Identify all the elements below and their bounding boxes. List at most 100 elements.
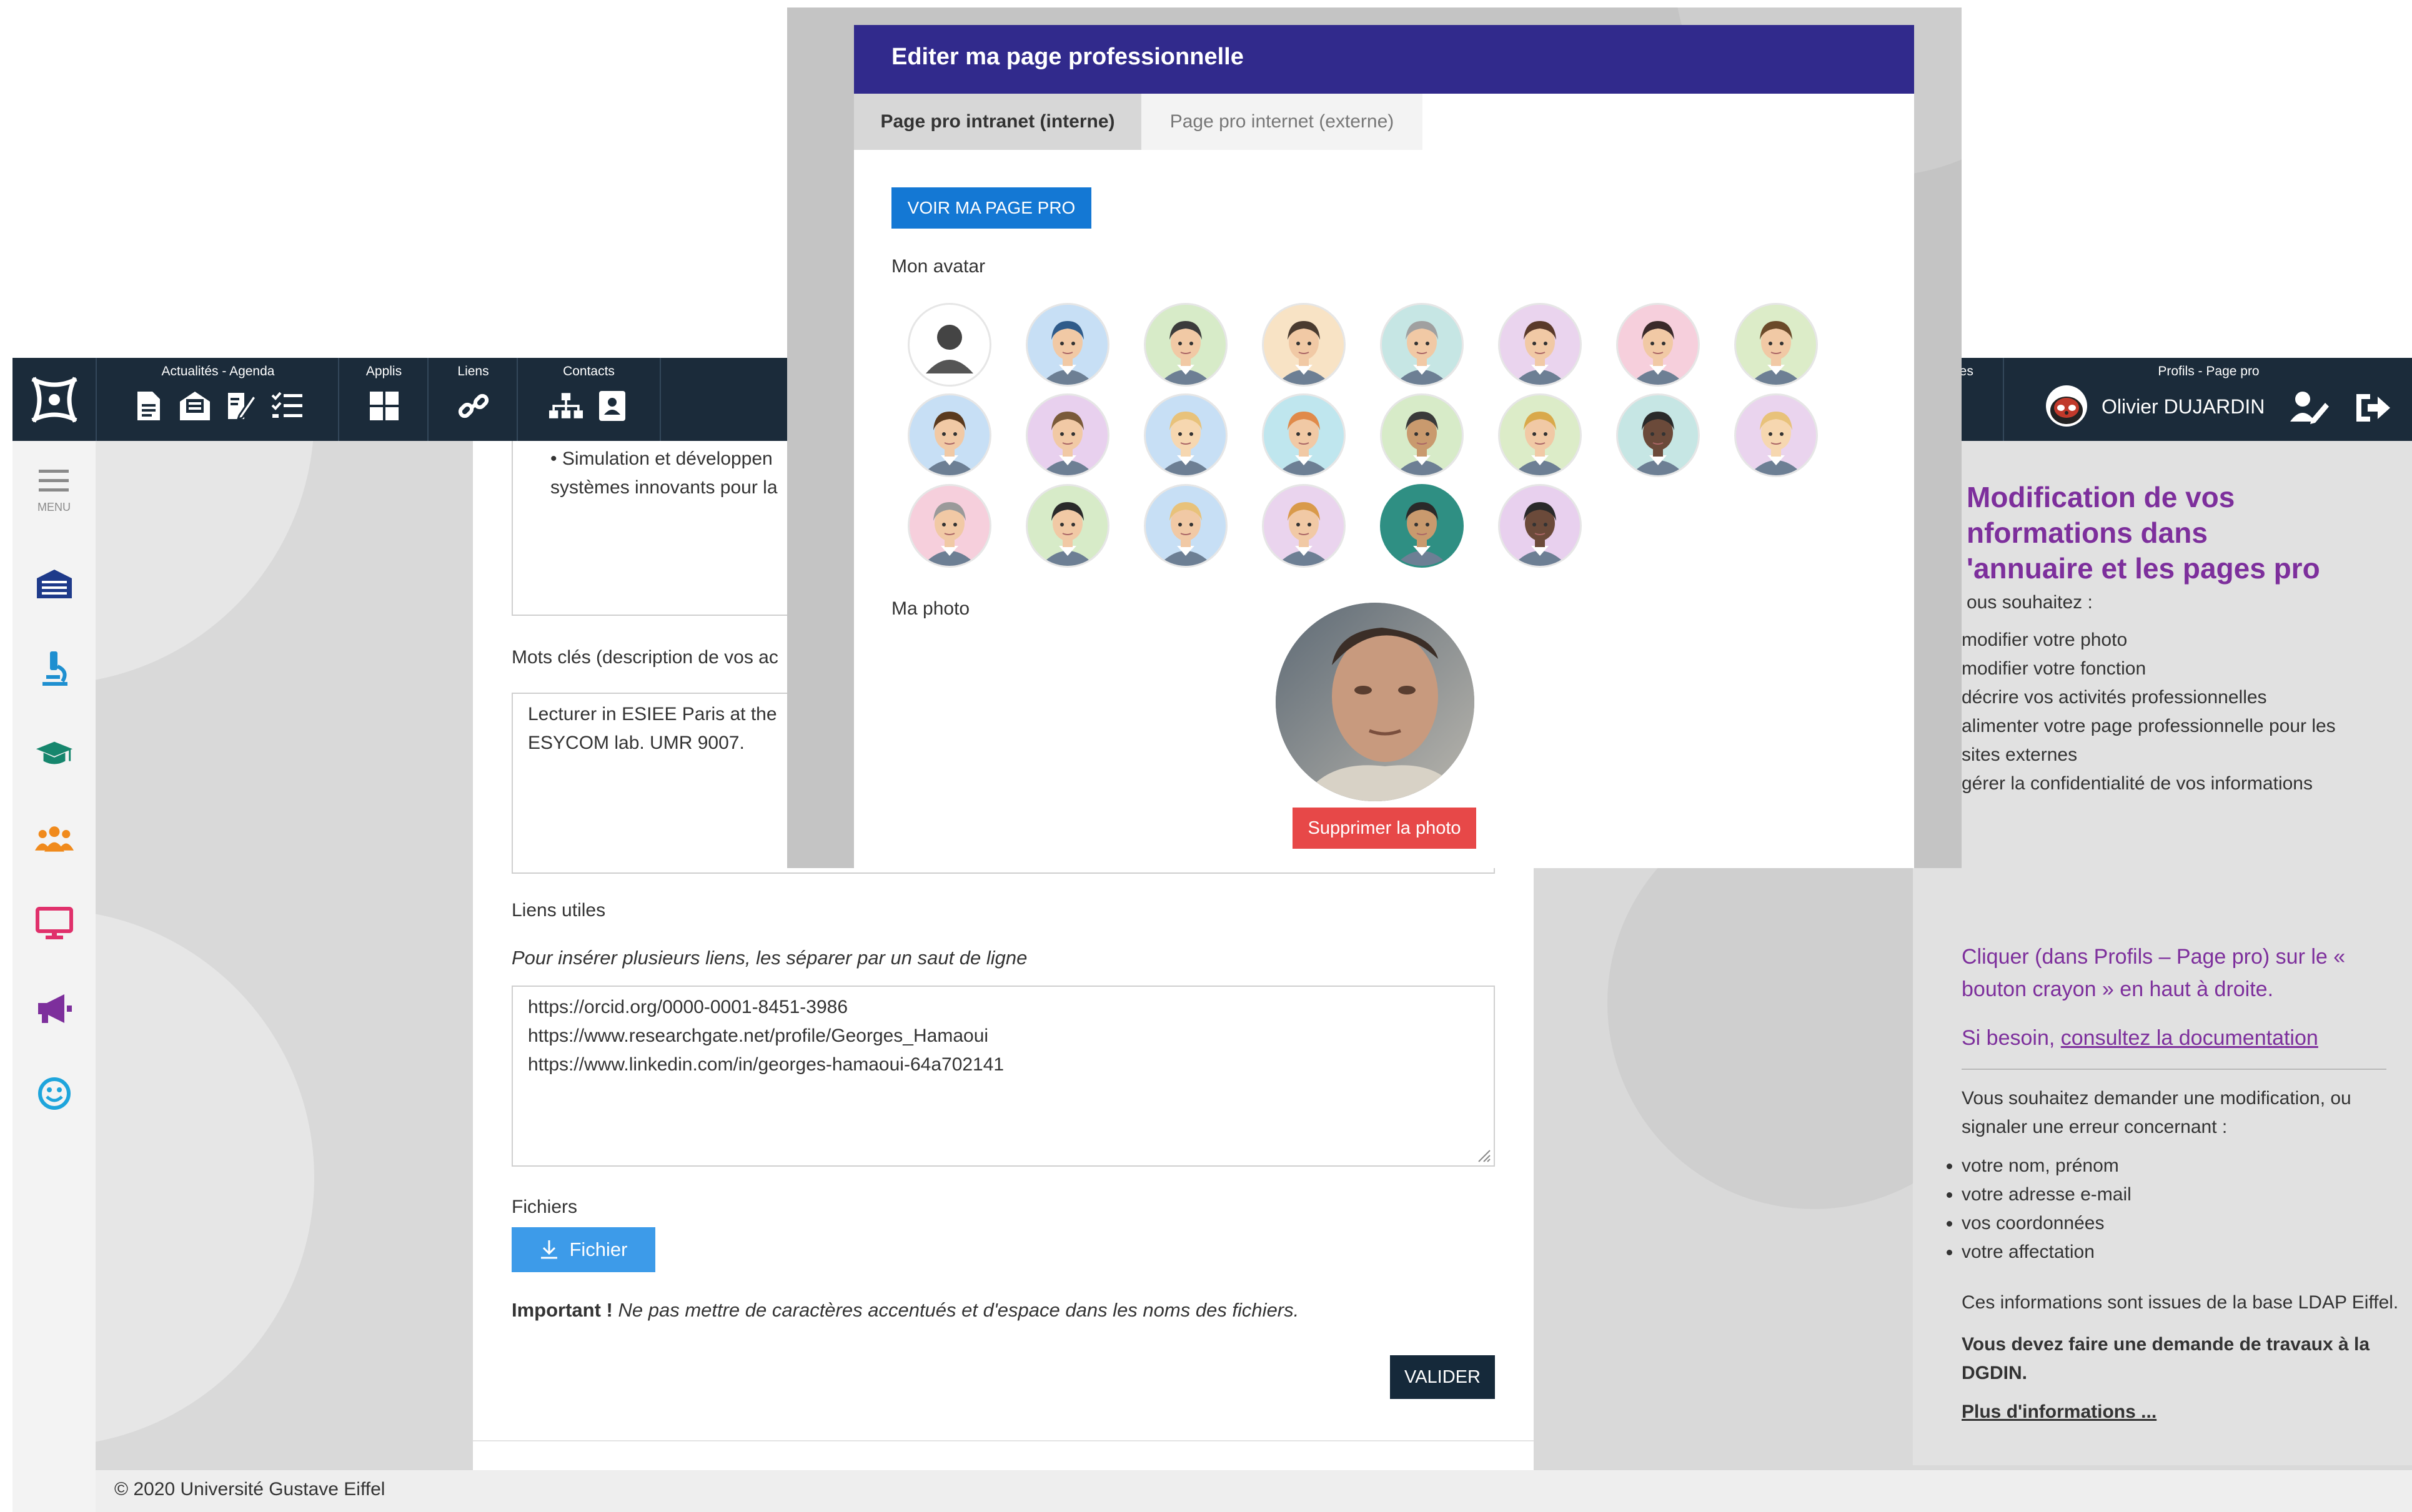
document-icon[interactable] [132,389,166,423]
important-text: Ne pas mettre de caractères accentués et… [612,1299,1299,1321]
person-avatar-icon [1040,502,1095,566]
view-pro-page-button[interactable]: VOIR MA PAGE PRO [891,187,1091,229]
org-chart-icon[interactable] [548,389,583,423]
user-avatar[interactable] [2046,385,2087,427]
avatar-option[interactable] [1616,303,1700,387]
avatar-option[interactable] [908,484,991,568]
newsletter-icon[interactable] [178,389,212,423]
documentation-link[interactable]: consultez la documentation [2061,1026,2318,1050]
monitor-icon [36,907,73,939]
person-avatar-icon [1276,502,1331,566]
avatar-option[interactable] [1498,303,1582,387]
sidebar-item-education[interactable] [35,734,74,773]
person-avatar-icon [1158,412,1213,475]
user-name[interactable]: Olivier DUJARDIN [2102,395,2265,418]
person-avatar-icon [922,502,977,566]
edit-profile-icon[interactable] [2289,389,2330,427]
avatar-option[interactable] [1380,303,1464,387]
textarea-line: https://www.researchgate.net/profile/Geo… [528,1025,989,1046]
avatar-option[interactable] [1498,484,1582,568]
photo-label: Ma photo [891,598,970,619]
avatar-option[interactable] [1026,393,1109,477]
sidebar-item-campus[interactable] [35,565,74,603]
avatar-option[interactable] [1026,484,1109,568]
avatar-option[interactable] [1262,393,1346,477]
avatar-option[interactable] [1734,393,1818,477]
sidebar-item-wellbeing[interactable] [35,1074,74,1113]
avatar-grid [908,303,1832,578]
nav-group-links: Liens [427,358,518,441]
links-label: Liens utiles [512,900,606,921]
upload-file-button[interactable]: Fichier [512,1227,655,1272]
help-doc-prefix: Si besoin, [1962,1026,2061,1050]
sidebar-item-communication[interactable] [35,989,74,1028]
ldap-text: Ces informations sont issues de la base … [1962,1292,2399,1313]
address-book-icon[interactable] [595,389,629,423]
important-bold: Important ! [512,1299,613,1321]
person-avatar-icon [1040,321,1095,385]
smiley-icon [38,1077,71,1110]
logout-icon[interactable] [2354,390,2391,425]
person-avatar-icon [1276,412,1331,475]
person-avatar-icon [1630,321,1685,385]
avatar-option[interactable] [1144,393,1228,477]
sidebar-item-research[interactable] [35,650,74,688]
avatar-option[interactable] [1026,303,1109,387]
submit-button[interactable]: VALIDER [1390,1355,1495,1399]
nav-group-apps: Applis [338,358,429,441]
person-avatar-icon [1394,412,1449,475]
person-avatar-icon [1749,412,1804,475]
important-notice: Important ! Ne pas mettre de caractères … [512,1299,1299,1322]
avatar-option[interactable] [1734,303,1818,387]
tab-intranet[interactable]: Page pro intranet (interne) [854,94,1141,150]
avatar-option[interactable] [1616,393,1700,477]
textarea-line: https://orcid.org/0000-0001-8451-3986 [528,997,848,1017]
checklist-icon[interactable] [270,389,304,423]
avatar-label: Mon avatar [891,256,986,277]
download-icon [541,1240,558,1259]
avatar-option[interactable] [1144,303,1228,387]
footer: © 2020 Université Gustave Eiffel [96,1470,2412,1512]
apps-grid-icon[interactable] [367,389,401,423]
modal-title: Editer ma page professionnelle [891,44,1244,70]
resize-handle-icon[interactable] [1476,1148,1491,1163]
default-avatar-icon [926,325,973,373]
megaphone-icon [38,994,72,1023]
copyright-text: © 2020 Université Gustave Eiffel [114,1479,385,1500]
list-item: vos coordonnées [1962,1209,2363,1238]
keywords-label: Mots clés (description de vos ac [512,647,778,668]
tab-internet[interactable]: Page pro internet (externe) [1141,94,1422,150]
menu-label: MENU [37,501,71,513]
red-panda-avatar-icon [2050,397,2083,424]
avatar-option[interactable] [908,393,991,477]
textarea-line: ESYCOM lab. UMR 9007. [528,733,745,753]
avatar-option[interactable] [1380,484,1464,568]
hamburger-menu-icon[interactable] [36,468,71,493]
links-textarea[interactable]: https://orcid.org/0000-0001-8451-3986 ht… [512,986,1495,1167]
avatar-option[interactable] [1380,393,1464,477]
edit-document-icon[interactable] [224,389,258,423]
dgdin-text: Vous devez faire une demande de travaux … [1962,1334,2370,1383]
avatar-option[interactable] [908,303,991,387]
profile-photo [1276,603,1474,801]
list-item: alimenter votre page professionnelle pou… [1962,712,2363,769]
avatar-option[interactable] [1262,484,1346,568]
avatar-option[interactable] [1144,484,1228,568]
help-title-line: 'annuaire et les pages pro [1967,552,2320,585]
avatar-option[interactable] [1262,303,1346,387]
university-logo[interactable] [12,358,96,441]
left-sidebar: MENU [12,441,96,1512]
link-icon[interactable] [457,389,490,423]
help-divider [1962,1069,2386,1070]
more-info-link[interactable]: Plus d'informations ... [1962,1398,2156,1426]
nav-group-label: Liens [457,364,489,378]
sidebar-item-community[interactable] [35,819,74,858]
wishes-list: modifier votre photo modifier votre fonc… [1913,626,2363,798]
list-item: décrire vos activités professionnelles [1962,683,2363,712]
delete-photo-button[interactable]: Supprimer la photo [1293,808,1476,849]
person-avatar-icon [1158,321,1213,385]
help-intro: ous souhaitez : [1967,592,2093,613]
sidebar-item-digital[interactable] [35,904,74,943]
avatar-option[interactable] [1498,393,1582,477]
person-avatar-icon [1512,502,1567,566]
